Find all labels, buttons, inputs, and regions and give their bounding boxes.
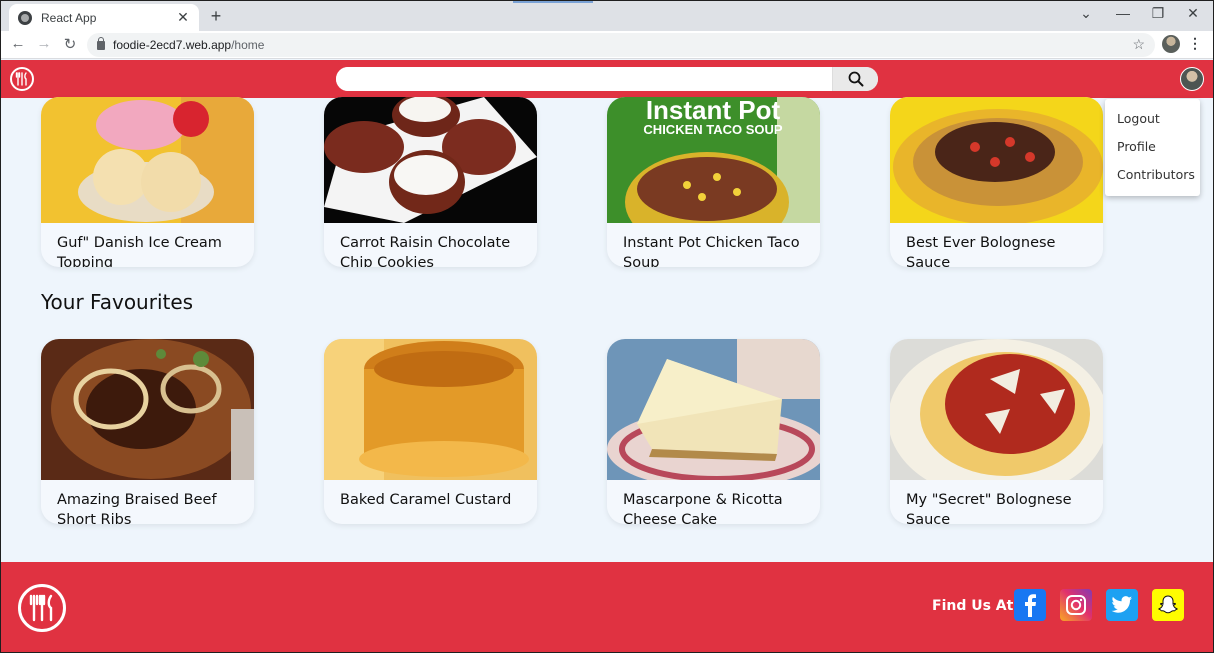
utensils-icon	[15, 72, 27, 86]
tab-strip-accent	[513, 1, 593, 3]
recipe-title: Mascarpone & Ricotta Cheese Cake	[623, 492, 783, 524]
cheesecake-image	[607, 339, 820, 489]
find-us-label: Find Us At	[932, 598, 1014, 614]
address-bar[interactable]: foodie-2ecd7.web.app/home ☆	[87, 33, 1155, 57]
globe-icon	[18, 10, 32, 25]
restore-icon[interactable]: ❐	[1148, 5, 1168, 22]
browser-toolbar: ← → ↻ foodie-2ecd7.web.app/home ☆ ⋮	[1, 31, 1213, 59]
tab-search-icon[interactable]: ⌄	[1076, 5, 1096, 22]
snapchat-glyph	[1158, 595, 1178, 614]
browser-profile-avatar[interactable]	[1162, 35, 1180, 53]
search-button[interactable]	[832, 67, 878, 91]
recipe-card[interactable]: Best Ever Bolognese Sauce	[890, 97, 1103, 267]
recipe-title: My "Secret" Bolognese Sauce	[906, 492, 1072, 524]
close-tab-icon[interactable]: ✕	[173, 9, 193, 26]
recipe-title: Best Ever Bolognese Sauce	[906, 235, 1056, 267]
fork-knife-logo-icon[interactable]	[10, 67, 34, 91]
new-tab-icon[interactable]: +	[206, 6, 226, 27]
recipe-card[interactable]: My "Secret" Bolognese Sauce	[890, 339, 1103, 524]
tab-title: React App	[41, 10, 97, 25]
fork-knife-logo-icon[interactable]	[18, 584, 66, 632]
menu-item-contributors[interactable]: Contributors	[1105, 165, 1200, 193]
url-path: /home	[231, 38, 265, 52]
image-caption-instant-pot: Instant Pot	[646, 97, 781, 125]
minimize-icon[interactable]: —	[1113, 5, 1133, 21]
facebook-icon[interactable]	[1014, 589, 1046, 621]
caramel-custard-image	[324, 339, 537, 480]
secret-bolognese-image	[890, 339, 1103, 499]
app-header	[1, 60, 1213, 98]
profile-dropdown-menu: Logout Profile Contributors	[1105, 99, 1200, 196]
recipe-card[interactable]: Instant Pot CHICKEN TACO SOUP Instant Po…	[607, 97, 820, 267]
window-close-icon[interactable]: ✕	[1183, 5, 1203, 22]
utensils-icon	[29, 594, 53, 622]
twitter-icon[interactable]	[1106, 589, 1138, 621]
lock-icon	[97, 36, 105, 50]
browser-tab[interactable]: React App ✕	[9, 4, 199, 31]
taco-soup-image: Instant Pot CHICKEN TACO SOUP	[607, 97, 820, 252]
facebook-glyph	[1025, 594, 1036, 617]
recipe-card[interactable]: Baked Caramel Custard	[324, 339, 537, 524]
short-ribs-image	[41, 339, 254, 480]
search-input[interactable]	[336, 67, 832, 91]
back-icon[interactable]: ←	[9, 35, 27, 52]
ice-cream-image	[41, 97, 254, 223]
bolognese-image	[890, 97, 1103, 225]
recipe-card[interactable]: Guf" Danish Ice Cream Topping	[41, 97, 254, 267]
recipe-card[interactable]: Amazing Braised Beef Short Ribs	[41, 339, 254, 524]
recipe-title: Guf" Danish Ice Cream Topping	[57, 235, 222, 267]
user-avatar[interactable]	[1180, 67, 1204, 91]
url-host: foodie-2ecd7.web.app	[113, 38, 232, 52]
recipe-card[interactable]: Mascarpone & Ricotta Cheese Cake	[607, 339, 820, 524]
favourites-heading: Your Favourites	[41, 290, 194, 314]
browser-window: React App ✕ + ⌄ — ❐ ✕ ← → ↻ foodie-2ecd7…	[1, 1, 1213, 652]
menu-item-logout[interactable]: Logout	[1105, 109, 1200, 137]
instagram-icon[interactable]	[1060, 589, 1092, 621]
snapchat-icon[interactable]	[1152, 589, 1184, 621]
bookmark-star-icon[interactable]: ☆	[1132, 36, 1145, 53]
footer: Find Us At	[1, 562, 1213, 652]
recipe-title: Carrot Raisin Chocolate Chip Cookies	[340, 235, 511, 267]
instagram-glyph	[1066, 595, 1086, 615]
recipe-title: Amazing Braised Beef Short Ribs	[57, 492, 217, 524]
reload-icon[interactable]: ↻	[61, 35, 79, 53]
forward-icon[interactable]: →	[35, 35, 53, 52]
recipe-title: Instant Pot Chicken Taco Soup	[623, 235, 800, 267]
twitter-glyph	[1111, 596, 1133, 613]
cookies-image	[324, 97, 537, 223]
recipe-card[interactable]: Carrot Raisin Chocolate Chip Cookies	[324, 97, 537, 267]
search-icon	[848, 71, 863, 87]
browser-menu-icon[interactable]: ⋮	[1188, 35, 1202, 52]
tab-strip: React App ✕ + ⌄ — ❐ ✕	[1, 1, 1213, 31]
menu-item-profile[interactable]: Profile	[1105, 137, 1200, 165]
recipe-title: Baked Caramel Custard	[340, 492, 512, 508]
image-caption-chicken-taco-soup: CHICKEN TACO SOUP	[643, 122, 782, 137]
search-bar	[336, 67, 878, 91]
